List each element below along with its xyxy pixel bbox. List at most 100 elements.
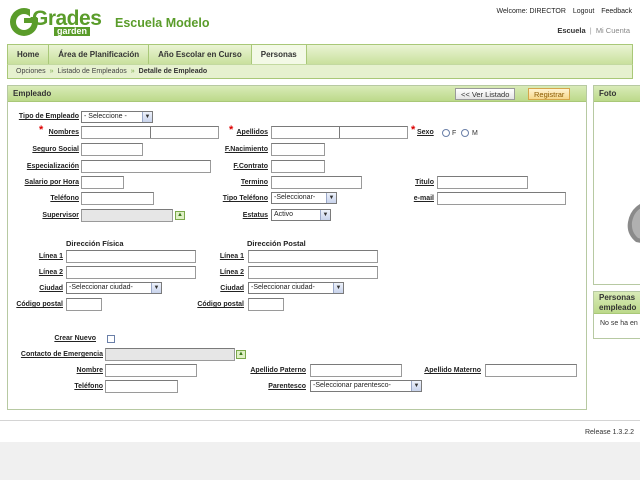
breadcrumb-opciones[interactable]: Opciones	[16, 68, 46, 75]
release-version: Release 1.3.2.2	[584, 429, 634, 436]
f-nacimiento-input[interactable]	[271, 143, 325, 156]
estatus-value: Activo	[274, 211, 294, 218]
tipo-telefono-select[interactable]: -Seleccionar- ▼	[271, 192, 337, 204]
grades-garden-logo[interactable]: Grades garden	[8, 5, 104, 41]
tab-ano-escolar[interactable]: Año Escolar en Curso	[149, 45, 252, 64]
postal-codigo-postal-input[interactable]	[248, 298, 284, 311]
fisica-codigo-postal-input[interactable]	[66, 298, 102, 311]
fisica-ciudad-value: -Seleccionar ciudad-	[69, 284, 133, 291]
apellidos-label: Apellidos	[236, 129, 268, 136]
contacto-telefono-input[interactable]	[105, 380, 178, 393]
telefono-input[interactable]	[81, 192, 154, 205]
ver-listado-button[interactable]: << Ver Listado	[455, 88, 516, 100]
footer-divider	[0, 420, 640, 421]
tipo-empleado-label: Tipo de Empleado	[18, 113, 79, 120]
foto-panel-title: Foto	[594, 86, 640, 102]
supervisor-label: Supervisor	[42, 212, 79, 219]
page-bottom	[0, 442, 640, 480]
supervisor-lookup-button[interactable]: ▲	[175, 211, 185, 220]
apellidos-input[interactable]	[271, 126, 408, 139]
separator: |	[589, 26, 592, 35]
apellido-materno-input[interactable]	[485, 364, 577, 377]
school-name: Escuela Modelo	[115, 16, 210, 30]
sexo-m-radio[interactable]	[461, 129, 469, 137]
dropdown-arrow-icon: ▼	[151, 283, 161, 293]
top-links: Welcome: DIRECTOR Logout Feedback	[492, 8, 632, 15]
employee-panel: Empleado << Ver Listado Registrar Tipo d…	[7, 85, 587, 410]
sexo-f-radio[interactable]	[442, 129, 450, 137]
mi-cuenta-link[interactable]: Mi Cuenta	[596, 26, 630, 35]
apellido-paterno-input[interactable]	[310, 364, 402, 377]
breadcrumb-current: Detalle de Empleado	[138, 68, 208, 75]
termino-input[interactable]	[271, 176, 362, 189]
foto-panel: Foto	[593, 85, 640, 285]
email-input[interactable]	[437, 192, 566, 205]
contacto-emergencia-label: Contacto de Emergencia	[20, 351, 103, 358]
postal-ciudad-select[interactable]: -Seleccionar ciudad- ▼	[248, 282, 344, 294]
required-mark: *	[411, 124, 416, 136]
telefono-label: Teléfono	[50, 195, 79, 202]
main-nav: Home Área de Planificación Año Escolar e…	[7, 44, 633, 64]
dropdown-arrow-icon: ▼	[411, 381, 421, 391]
breadcrumb-listado[interactable]: Listado de Empleados	[57, 68, 126, 75]
titulo-input[interactable]	[437, 176, 528, 189]
sexo-f-label: F	[452, 130, 457, 137]
contacto-nombre-input[interactable]	[105, 364, 197, 377]
postal-ciudad-label: Ciudad	[220, 285, 244, 292]
salario-label: Salario por Hora	[24, 179, 79, 186]
tab-personas[interactable]: Personas	[251, 45, 307, 64]
contacto-lookup-button[interactable]: ▲	[236, 350, 246, 359]
registrar-button[interactable]: Registrar	[528, 88, 571, 100]
sexo-label: Sexo	[417, 129, 434, 136]
direccion-fisica-title: Dirección Física	[66, 239, 124, 248]
fisica-linea1-label: Línea 1	[38, 253, 63, 260]
postal-linea2-input[interactable]	[248, 266, 378, 279]
sexo-m-label: M	[472, 130, 478, 137]
salario-input[interactable]	[81, 176, 124, 189]
feedback-link[interactable]: Feedback	[601, 8, 632, 15]
apellido-paterno-label: Apellido Paterno	[250, 367, 306, 374]
titulo-label: Titulo	[415, 179, 434, 186]
contacto-nombre-label: Nombre	[76, 367, 103, 374]
welcome-text: Welcome: DIRECTOR	[496, 8, 566, 15]
required-mark: *	[39, 124, 44, 136]
f-contrato-label: F.Contrato	[233, 163, 268, 170]
tipo-empleado-select[interactable]: - Seleccione - ▼	[81, 111, 153, 123]
required-mark: *	[229, 124, 234, 136]
logout-link[interactable]: Logout	[573, 8, 594, 15]
contacto-emergencia-input	[105, 348, 235, 361]
estatus-label: Estatus	[242, 212, 268, 219]
termino-label: Termino	[240, 179, 268, 186]
tipo-empleado-value: - Seleccione -	[84, 113, 127, 120]
dropdown-arrow-icon: ▼	[142, 112, 152, 122]
direccion-postal-title: Dirección Postal	[247, 239, 306, 248]
dropdown-arrow-icon: ▼	[320, 210, 330, 220]
account-links: Escuela | Mi Cuenta	[557, 26, 630, 35]
personas-message: No se ha en	[600, 320, 638, 327]
f-contrato-input[interactable]	[271, 160, 325, 173]
especializacion-input[interactable]	[81, 160, 211, 173]
photo-placeholder-icon	[627, 204, 640, 243]
parentesco-select[interactable]: -Seleccionar parentesco- ▼	[310, 380, 422, 392]
breadcrumb-arrow-icon: »	[130, 68, 135, 75]
fisica-codigo-postal-label: Código postal	[16, 301, 63, 308]
escuela-link[interactable]: Escuela	[557, 26, 585, 35]
breadcrumb: Opciones» Listado de Empleados» Detalle de…	[7, 64, 633, 79]
seguro-social-input[interactable]	[81, 143, 143, 156]
tab-area-planificacion[interactable]: Área de Planificación	[49, 45, 150, 64]
fisica-linea2-label: Línea 2	[38, 269, 63, 276]
fisica-linea1-input[interactable]	[66, 250, 196, 263]
postal-linea1-input[interactable]	[248, 250, 378, 263]
postal-ciudad-value: -Seleccionar ciudad-	[251, 284, 315, 291]
dropdown-arrow-icon: ▼	[326, 193, 336, 203]
fisica-ciudad-select[interactable]: -Seleccionar ciudad- ▼	[66, 282, 162, 294]
postal-codigo-postal-label: Código postal	[197, 301, 244, 308]
tab-home[interactable]: Home	[8, 45, 50, 64]
nombres-input[interactable]	[81, 126, 219, 139]
parentesco-value: -Seleccionar parentesco-	[313, 382, 391, 389]
fisica-linea2-input[interactable]	[66, 266, 196, 279]
crear-nuevo-checkbox[interactable]	[107, 335, 115, 343]
crear-nuevo-label: Crear Nuevo	[54, 335, 96, 342]
personas-panel: Personas empleado No se ha en	[593, 291, 640, 339]
estatus-select[interactable]: Activo ▼	[271, 209, 331, 221]
